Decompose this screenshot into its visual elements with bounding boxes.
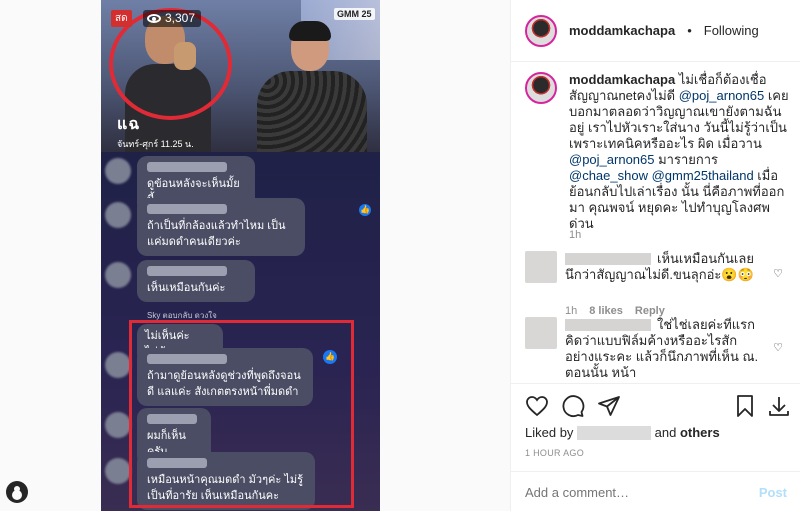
post-header: moddamkachapa • Following (511, 0, 800, 62)
post-comment-button[interactable]: Post (759, 485, 787, 500)
liked-by-others-link[interactable]: others (680, 425, 720, 440)
highlight-rectangle (129, 320, 354, 508)
download-icon[interactable] (767, 394, 791, 418)
comment-avatar[interactable] (525, 251, 557, 283)
caption-text: moddamkachapa ไม่เชื่อก็ต้องเชื่อ สัญญาณ… (569, 72, 789, 231)
caption-timestamp: 1h (569, 229, 582, 241)
mention-link[interactable]: @poj_arnon65 (679, 88, 764, 103)
chat-avatar (105, 158, 131, 184)
comment-username[interactable] (565, 253, 651, 265)
caption-username[interactable]: moddamkachapa (569, 72, 675, 87)
comment-meta: 1h 8 likes Reply (565, 305, 665, 317)
add-comment-bar: Post (511, 471, 800, 511)
live-badge: สด (111, 10, 132, 27)
show-logo: แฉ จันทร์-ศุกร์ 11.25 น. (117, 112, 194, 151)
comment-icon[interactable] (561, 394, 585, 418)
liked-by-user[interactable] (577, 426, 652, 440)
comment-avatar[interactable] (525, 317, 557, 349)
view-count: 3,307 (143, 10, 202, 27)
comment-time: 1h (565, 305, 578, 317)
chat-message: ถ้าเป็นที่กล้องแล้วทำไหม เป็นแค่มดดำคนเด… (137, 198, 305, 256)
chat-avatar (105, 352, 131, 378)
comment-text: ใช่ไช่เลยค่ะที่แรกคิดว่าแบบฟิล์มค้างหรือ… (565, 317, 759, 380)
show-logo-title: แฉ (117, 116, 141, 133)
share-icon[interactable] (597, 394, 621, 418)
header-separator: • (687, 23, 692, 38)
comment-username[interactable] (565, 319, 651, 331)
caption-avatar[interactable] (525, 72, 557, 104)
chat-avatar (105, 458, 131, 484)
avatar[interactable] (525, 14, 557, 47)
reply-button[interactable]: Reply (635, 305, 665, 317)
comment-likes[interactable]: 8 likes (589, 305, 623, 317)
comment-item: ใช่ไช่เลยค่ะที่แรกคิดว่าแบบฟิล์มค้างหรือ… (525, 317, 795, 381)
chat-avatar (105, 412, 131, 438)
comment-item: เห็นเหมือนกันเลย นึกว่าสัญญาณไม่ดี.ขนลุก… (525, 251, 795, 321)
mention-link[interactable]: @chae_show (569, 168, 648, 183)
chat-avatar (105, 202, 131, 228)
header-username[interactable]: moddamkachapa (569, 23, 675, 38)
chat-avatar (105, 262, 131, 288)
live-chat-overlay: ดูข้อนหลังจะเห็นมั้ยนี้ ถ้าเป็นที่กล้องแ… (101, 152, 380, 511)
eye-icon (147, 13, 161, 23)
instagram-post-page: สด 3,307 GMM 25 แฉ จันทร์-ศุกร์ 11.25 น.… (0, 0, 800, 511)
comment-text: เห็นเหมือนกันเลย นึกว่าสัญญาณไม่ดี.ขนลุก… (565, 251, 754, 282)
chat-message: เห็นเหมือนกันค่ะ (137, 260, 255, 302)
post-media[interactable]: สด 3,307 GMM 25 แฉ จันทร์-ศุกร์ 11.25 น.… (101, 0, 380, 511)
post-actions (511, 383, 800, 427)
like-reaction-icon: 👍 (359, 204, 371, 216)
post-details-panel: moddamkachapa • Following moddamkachapa … (510, 0, 800, 511)
heart-icon[interactable]: ♡ (773, 341, 783, 354)
post-caption: moddamkachapa ไม่เชื่อก็ต้องเชื่อ สัญญาณ… (525, 72, 797, 232)
mention-link[interactable]: @gmm25thailand (652, 168, 754, 183)
account-icon[interactable] (6, 481, 28, 503)
view-count-value: 3,307 (165, 11, 196, 25)
liked-by-text: Liked by and others (525, 425, 720, 440)
show-logo-schedule: จันทร์-ศุกร์ 11.25 น. (117, 139, 194, 149)
host-right (251, 21, 369, 152)
like-heart-icon[interactable] (525, 394, 549, 418)
save-bookmark-icon[interactable] (733, 394, 757, 418)
post-timestamp: 1 HOUR AGO (525, 448, 585, 458)
channel-logo: GMM 25 (334, 8, 375, 20)
following-button[interactable]: Following (704, 23, 759, 38)
mention-link[interactable]: @poj_arnon65 (569, 152, 654, 167)
heart-icon[interactable]: ♡ (773, 267, 783, 280)
comment-input[interactable] (525, 485, 745, 500)
video-frame: สด 3,307 GMM 25 แฉ จันทร์-ศุกร์ 11.25 น. (101, 0, 380, 152)
